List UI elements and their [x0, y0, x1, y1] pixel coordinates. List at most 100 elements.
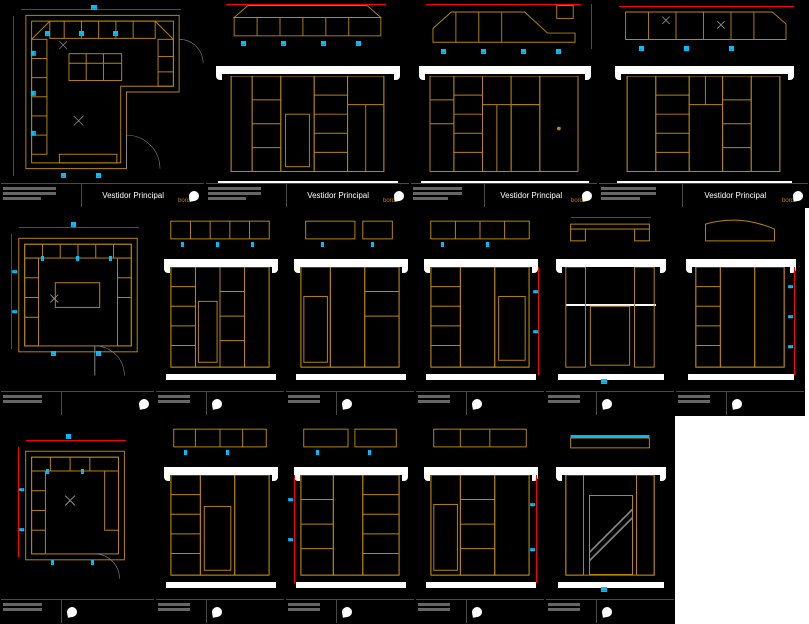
- sheet-elev-k[interactable]: - -: [415, 416, 545, 624]
- sheet-plan-rect[interactable]: -- - - - - - -- --: [0, 208, 155, 416]
- dim-line: [19, 227, 139, 228]
- elevation-cabs: [416, 475, 544, 583]
- titleblock-info: [599, 184, 683, 207]
- ceiling-slab: [296, 467, 406, 475]
- sheet-elev-a[interactable]: -- -- -- --: [205, 0, 410, 208]
- dim-label: -: [321, 242, 324, 247]
- sheet-elev-e[interactable]: - -: [285, 208, 415, 416]
- sheet-elev-j[interactable]: - - - -: [285, 416, 415, 624]
- dim-label: --: [281, 41, 286, 46]
- ceiling-slab: [166, 259, 276, 267]
- ceiling-slab: [688, 259, 794, 267]
- sheet-row-3: -- - - - - - - -: [0, 416, 809, 624]
- dim-label: -: [109, 256, 112, 261]
- logo-icon: [337, 392, 357, 415]
- sheet-elev-g[interactable]: ---: [545, 208, 675, 416]
- sheet-plan-principal[interactable]: --- -- -- -- -- -- -- -- -- Vestidor Pri…: [0, 0, 205, 208]
- dim-line-v: [11, 234, 12, 349]
- dim-label: --: [241, 41, 246, 46]
- dim-label: -: [51, 560, 54, 565]
- drawing-elev-g: ---: [546, 209, 674, 391]
- elevation-cabs: [286, 475, 414, 583]
- dim-label: --: [66, 434, 71, 439]
- logo-icon: [62, 600, 82, 623]
- dim-label: -: [486, 242, 489, 247]
- titleblock-info: [416, 392, 467, 415]
- elevation-cabs: [416, 267, 544, 375]
- sheet-elev-f[interactable]: - - - -: [415, 208, 545, 416]
- sheet-title: Vestidor Principal: [683, 191, 788, 200]
- dim-label: --: [639, 46, 644, 51]
- titleblock-info: [1, 184, 82, 207]
- dim-label: --: [441, 49, 446, 54]
- sheet-elev-h[interactable]: - - -: [675, 208, 805, 416]
- sheet-elev-i[interactable]: - -: [155, 416, 285, 624]
- dim-label: -: [81, 469, 84, 474]
- dim-line: [21, 9, 181, 10]
- dim-line: [226, 4, 386, 5]
- dim-label: --: [61, 173, 66, 178]
- dim-label: --: [45, 31, 50, 36]
- titleblock: Vestidor Principal bord: [206, 183, 409, 207]
- sheet-title: Vestidor Principal: [82, 191, 184, 200]
- sheet-elev-c[interactable]: -- -- --: [598, 0, 809, 208]
- dim-line-v: [591, 4, 592, 49]
- logo-icon: [207, 600, 227, 623]
- dim-label: --: [321, 41, 326, 46]
- elevation-cabs: [546, 267, 674, 375]
- dim-label: -: [12, 310, 17, 313]
- titleblock: [546, 599, 674, 623]
- dim-label: -: [181, 242, 184, 247]
- ceiling-slab: [296, 259, 406, 267]
- dim-label: --: [556, 49, 561, 54]
- drawing-elev-f: - - - -: [416, 209, 544, 391]
- dim-label: -: [12, 270, 17, 273]
- sheet-elev-l[interactable]: ---: [545, 416, 675, 624]
- dim-line-v: [18, 447, 19, 557]
- sheet-elev-d[interactable]: - - -: [155, 208, 285, 416]
- ceiling-slab: [426, 467, 536, 475]
- plan-drawing: [1, 209, 154, 391]
- dim-label: --: [521, 49, 526, 54]
- logo-text: bord: [178, 198, 190, 204]
- titleblock: [676, 391, 804, 415]
- dim-label: -: [288, 498, 293, 501]
- titleblock-info: [676, 392, 727, 415]
- sheet-elev-b[interactable]: -- -- -- --: [410, 0, 598, 208]
- plan-strip: [416, 209, 544, 254]
- dim-label: --: [51, 351, 56, 356]
- dim-label: -: [788, 285, 793, 288]
- dim-label: ---: [601, 379, 607, 384]
- elevation-cabs: [599, 76, 808, 181]
- drawing-elev-k: - -: [416, 417, 544, 599]
- ceiling-slab: [558, 467, 664, 475]
- titleblock: [416, 599, 544, 623]
- dim-label: --: [481, 49, 486, 54]
- logo-icon: [337, 600, 357, 623]
- dim-label: -: [788, 345, 793, 348]
- dim-label: -: [368, 450, 371, 455]
- sheet-plan-small[interactable]: -- - - - - - -: [0, 416, 155, 624]
- plan-strip: [546, 417, 674, 462]
- dim-label: -: [19, 528, 24, 531]
- plan-strip: [546, 209, 674, 254]
- plan-strip: [286, 417, 414, 462]
- titleblock: Vestidor Principal bord: [411, 183, 597, 207]
- titleblock: [286, 391, 414, 415]
- drawing-plan-full: --- -- -- -- -- -- -- -- --: [1, 1, 204, 183]
- drawing-elev-l: ---: [546, 417, 674, 599]
- dim-label: -: [91, 560, 94, 565]
- dim-label: -: [41, 256, 44, 261]
- titleblock-info: [416, 600, 467, 623]
- logo-text: bord: [571, 198, 583, 204]
- titleblock: Vestidor Principal bord: [1, 183, 204, 207]
- logo-text: bord: [383, 198, 395, 204]
- logo-icon: [727, 392, 747, 415]
- plan-strip: [599, 1, 808, 56]
- titleblock: [156, 391, 284, 415]
- titleblock-info: [206, 184, 287, 207]
- logo-icon: [467, 392, 487, 415]
- drawing-elev-h: - - -: [676, 209, 804, 391]
- ceiling-slab: [166, 467, 276, 475]
- elevation-cabs: [286, 267, 414, 375]
